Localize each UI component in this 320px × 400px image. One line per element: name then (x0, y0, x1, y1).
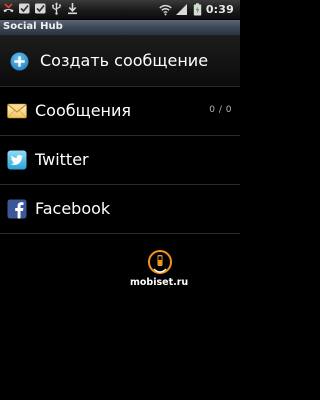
signal-icon (175, 3, 188, 16)
list-item-facebook[interactable]: Facebook (0, 185, 240, 234)
facebook-icon (7, 199, 27, 219)
facebook-label: Facebook (35, 199, 111, 218)
download-icon (66, 2, 79, 15)
watermark-text: mobiset.ru (130, 277, 189, 288)
twitter-icon (7, 150, 27, 170)
compose-label: Создать сообщение (40, 51, 209, 70)
service-list: Сообщения 0 / 0 Twitter Facebook (0, 87, 240, 234)
plus-circle-icon (10, 52, 29, 71)
app-title-bar: Social Hub (0, 20, 240, 36)
compose-message-button[interactable]: Создать сообщение (0, 36, 240, 87)
checkbox-icon (34, 2, 47, 15)
battery-icon (193, 3, 202, 16)
envelope-icon (7, 101, 27, 121)
clock: 0:39 (205, 3, 234, 16)
twitter-label: Twitter (35, 150, 89, 169)
messages-label: Сообщения (35, 101, 132, 120)
checkbox-icon (18, 2, 31, 15)
messages-count: 0 / 0 (209, 105, 232, 115)
wifi-icon (159, 3, 172, 16)
missed-call-icon (2, 2, 15, 15)
list-item-messages[interactable]: Сообщения 0 / 0 (0, 87, 240, 136)
list-item-twitter[interactable]: Twitter (0, 136, 240, 185)
mobiset-logo (148, 249, 172, 275)
app-title: Social Hub (3, 21, 63, 32)
usb-icon (50, 2, 63, 15)
status-bar[interactable]: 0:39 (0, 0, 240, 20)
